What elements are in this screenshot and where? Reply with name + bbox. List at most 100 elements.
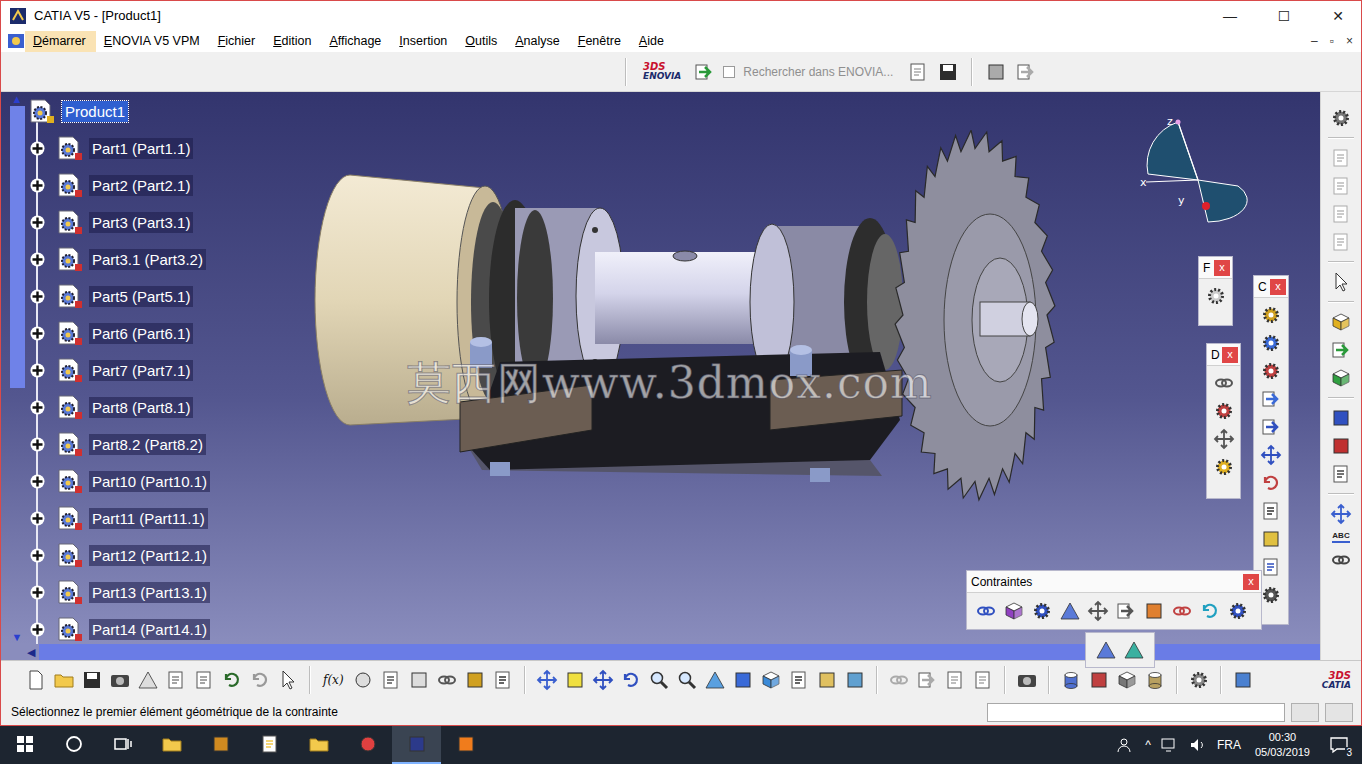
tree-item[interactable]: Part8.2 (Part8.2) [25, 426, 1320, 463]
window-control-button[interactable]: — [1207, 1, 1253, 30]
right-tool-gear-icon[interactable] [1330, 107, 1352, 129]
tool-cube-icon[interactable] [1003, 600, 1025, 622]
bottom-tool-cube-icon[interactable] [1116, 669, 1138, 691]
part-icon[interactable] [55, 616, 85, 644]
floating-toolbar[interactable]: Dx [1206, 343, 1241, 499]
bottom-tool-default-icon[interactable] [352, 669, 374, 691]
tool-gear-icon[interactable] [1205, 285, 1227, 307]
taskbar-app[interactable] [343, 726, 392, 764]
volume-icon[interactable] [1189, 738, 1207, 752]
expand-icon[interactable] [29, 362, 46, 379]
bottom-tool-cursor-icon[interactable] [277, 669, 299, 691]
tool-undo-icon[interactable] [1260, 472, 1282, 494]
document-control-button[interactable]: ▫ [1330, 34, 1334, 48]
bottom-tool-box-icon[interactable] [564, 669, 586, 691]
product-icon[interactable] [27, 98, 57, 126]
menu-item[interactable]: Aide [631, 31, 674, 52]
tree-item[interactable]: Part6 (Part6.1) [25, 315, 1320, 352]
tool-arrow-icon[interactable] [1115, 600, 1137, 622]
tree-item-label[interactable]: Part12 (Part12.1) [89, 545, 210, 566]
menu-item[interactable]: Outils [457, 31, 507, 52]
window-control-button[interactable]: ✕ [1315, 1, 1361, 30]
taskbar-app[interactable] [196, 726, 245, 764]
tree-item-label[interactable]: Part3.1 (Part3.2) [89, 249, 206, 270]
right-tool-doc-icon[interactable] [1330, 231, 1352, 253]
bottom-tool-doc-icon[interactable] [492, 669, 514, 691]
tree-item-label[interactable]: Part11 (Part11.1) [89, 508, 208, 529]
right-tool-link-icon[interactable] [1330, 549, 1352, 571]
bottom-tool-undo-icon[interactable] [249, 669, 271, 691]
tree-item-label[interactable]: Part8.2 (Part8.2) [89, 434, 206, 455]
floating-toolbar[interactable]: Fx [1198, 256, 1233, 326]
search-checkbox[interactable] [723, 66, 735, 78]
document-control-button[interactable]: × [1346, 34, 1353, 48]
bottom-tool-undo-icon[interactable] [221, 669, 243, 691]
tree-item-label[interactable]: Part2 (Part2.1) [89, 175, 193, 196]
right-tool-doc-icon[interactable] [1330, 463, 1352, 485]
bottom-tool-link-icon[interactable] [436, 669, 458, 691]
bottom-tool-folder-icon[interactable] [53, 669, 75, 691]
tool-arrow-icon[interactable] [1260, 416, 1282, 438]
bottom-tool-move-icon[interactable] [536, 669, 558, 691]
expand-icon[interactable] [29, 214, 46, 231]
fix-together-icon[interactable] [1095, 639, 1117, 661]
bottom-tool-new-icon[interactable] [25, 669, 47, 691]
network-icon[interactable] [1161, 738, 1179, 752]
tree-item-label[interactable]: Part8 (Part8.1) [89, 397, 193, 418]
tool-gear-icon[interactable] [1031, 600, 1053, 622]
bottom-tool-box-icon[interactable] [816, 669, 838, 691]
enovia-save-icon[interactable] [937, 61, 959, 83]
floating-toolbar-header[interactable]: Fx [1199, 257, 1232, 279]
bottom-tool-doc-icon[interactable] [165, 669, 187, 691]
part-icon[interactable] [55, 394, 85, 422]
tool-link-icon[interactable] [1171, 600, 1193, 622]
tree-item-label[interactable]: Part14 (Part14.1) [89, 619, 210, 640]
tool-box-icon[interactable] [1260, 528, 1282, 550]
tool-gear-icon[interactable] [1260, 360, 1282, 382]
tool-move-icon[interactable] [1213, 428, 1235, 450]
menu-item[interactable]: Affichage [321, 31, 391, 52]
compass[interactable]: zxy [1138, 114, 1248, 229]
close-button[interactable]: x [1270, 279, 1286, 295]
tree-item-label[interactable]: Part10 (Part10.1) [89, 471, 210, 492]
tool-gear-icon[interactable] [1260, 332, 1282, 354]
tree-item[interactable]: Part3.1 (Part3.2) [25, 241, 1320, 278]
floating-toolbar-header[interactable]: Contraintesx [967, 571, 1261, 593]
menu-item[interactable]: Insertion [391, 31, 457, 52]
part-icon[interactable] [55, 468, 85, 496]
expand-icon[interactable] [29, 510, 46, 527]
bottom-tool-box-icon[interactable] [408, 669, 430, 691]
constraint-sub-toolbar[interactable] [1085, 632, 1155, 668]
bottom-tool-arrow-icon[interactable] [916, 669, 938, 691]
document-control-button[interactable]: – [1311, 34, 1318, 48]
part-icon[interactable] [55, 505, 85, 533]
scroll-left-button[interactable]: ◀ [27, 646, 35, 659]
formula-button[interactable]: f(x) [321, 673, 346, 687]
tree-item[interactable]: Part12 (Part12.1) [25, 537, 1320, 574]
expand-icon[interactable] [29, 325, 46, 342]
tool-arrow-icon[interactable] [1260, 388, 1282, 410]
status-button[interactable] [1325, 703, 1353, 722]
bottom-tool-camera-icon[interactable] [109, 669, 131, 691]
taskbar-app-icon[interactable] [308, 733, 330, 755]
taskbar-app[interactable] [441, 726, 490, 764]
part-icon[interactable] [55, 357, 85, 385]
taskbar-app[interactable] [392, 726, 441, 764]
right-tool-doc-icon[interactable] [1330, 175, 1352, 197]
enovia-sync-icon[interactable] [985, 61, 1007, 83]
right-tool-box-icon[interactable] [1330, 435, 1352, 457]
tree-item-label[interactable]: Product1 [62, 101, 128, 122]
window-control-button[interactable]: ☐ [1261, 1, 1307, 30]
taskbar-app[interactable] [147, 726, 196, 764]
enovia-query-icon[interactable] [907, 61, 929, 83]
tree-item[interactable]: Part2 (Part2.1) [25, 167, 1320, 204]
tree-item[interactable]: Product1 [25, 93, 1320, 130]
floating-toolbar[interactable]: Contraintesx [966, 570, 1262, 630]
tray-chevron[interactable]: ^ [1145, 738, 1151, 752]
expand-icon[interactable] [29, 399, 46, 416]
bottom-tool-lens-icon[interactable] [648, 669, 670, 691]
vertical-scrollbar[interactable]: ▲▼ [9, 92, 25, 644]
tool-undo-icon[interactable] [1199, 600, 1221, 622]
expand-icon[interactable] [29, 473, 46, 490]
notification-button[interactable]: 3 [1324, 730, 1354, 760]
